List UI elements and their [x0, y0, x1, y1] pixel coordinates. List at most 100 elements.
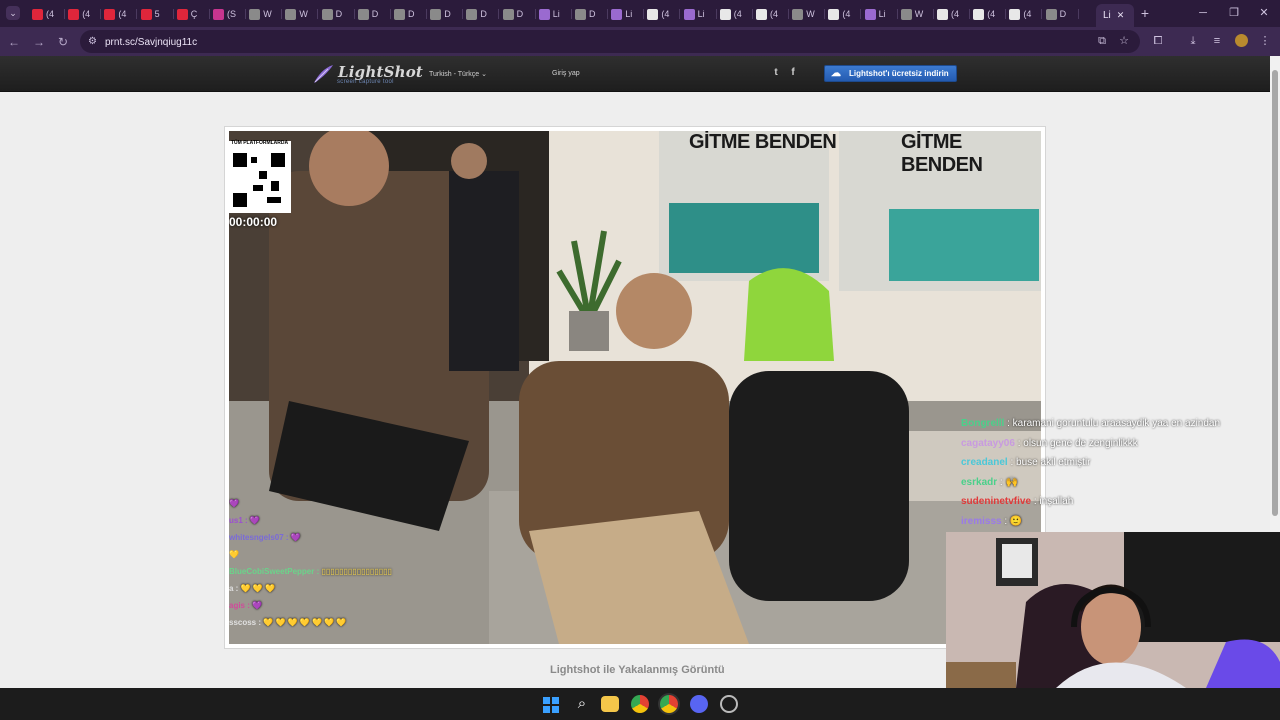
tab-label: Li — [878, 9, 886, 19]
tab-label: D — [444, 9, 451, 19]
media-controls-icon[interactable]: ≡ — [1210, 34, 1224, 48]
browser-tab[interactable]: (4 — [752, 5, 789, 23]
browser-tab[interactable]: 5 — [137, 5, 174, 23]
twitter-icon[interactable]: t — [770, 67, 782, 78]
install-app-icon[interactable]: ⧉ — [1095, 34, 1109, 48]
browser-tab[interactable]: (4 — [100, 5, 138, 23]
chrome-icon[interactable] — [631, 695, 649, 713]
stream-chat-user: iremisss — [961, 516, 1002, 527]
browser-tab[interactable]: D — [354, 5, 391, 23]
browser-tab[interactable]: W — [788, 5, 826, 23]
browser-tab[interactable]: (4 — [643, 5, 681, 23]
minimize-icon[interactable]: ─ — [1193, 5, 1213, 21]
webcam-scene — [946, 532, 1280, 688]
browser-tab[interactable]: Li — [861, 5, 898, 23]
browser-tab[interactable]: Li — [680, 5, 717, 23]
reload-icon[interactable]: ↻ — [55, 34, 71, 50]
tab-favicon-icon — [502, 8, 514, 20]
search-icon[interactable]: ⌕ — [572, 695, 592, 715]
file-explorer-icon[interactable] — [601, 696, 619, 712]
tab-favicon-icon — [792, 8, 804, 20]
captured-image[interactable]: TÜM PLATFORMLARDA 00:00:00 GİTME BENDEN … — [229, 131, 1041, 644]
browser-tab[interactable]: Li — [535, 5, 572, 23]
stream-chat-message: : 🙂 — [1004, 516, 1023, 527]
tab-label: 5 — [154, 9, 160, 19]
browser-tab[interactable]: D — [426, 5, 464, 23]
stream-chat-message: : buse akil etmiştir — [1010, 457, 1091, 469]
stream-chat-user: cagatayy06 — [961, 437, 1015, 449]
browser-tab[interactable]: (4 — [969, 5, 1007, 23]
captured-chat-user: whitesngels07 : — [229, 533, 289, 542]
browser-tab[interactable]: D — [390, 5, 427, 23]
language-select[interactable]: Turkish - Türkçe ⌄ — [429, 70, 487, 78]
discord-icon[interactable] — [690, 695, 708, 713]
captured-chat-user: BlueCobiSweetPepper : — [229, 567, 320, 576]
browser-tab[interactable]: D — [1042, 5, 1079, 23]
maximize-icon[interactable]: ❐ — [1224, 5, 1244, 21]
close-tab-icon[interactable]: ✕ — [1117, 10, 1125, 21]
browser-tab[interactable]: (4 — [824, 5, 862, 23]
language-label: Turkish - Türkçe — [429, 71, 480, 78]
captured-chat-message: ▯▯▯▯▯▯▯▯▯▯▯▯▯▯▯▯ — [321, 567, 392, 576]
stream-chat-line: Bongrelll : karamani goruntulu araasaydi… — [961, 418, 1220, 429]
tab-label: D — [516, 9, 524, 19]
downloads-icon[interactable]: ⤓ — [1186, 34, 1200, 48]
browser-tab[interactable]: D — [571, 5, 608, 23]
browser-tab[interactable]: D — [499, 5, 536, 23]
tab-label: D — [335, 9, 343, 19]
tab-label: (S — [227, 9, 236, 19]
browser-tab[interactable]: W — [897, 5, 934, 23]
profile-avatar[interactable] — [1235, 34, 1248, 47]
browser-tab[interactable]: D — [318, 5, 355, 23]
address-bar[interactable] — [80, 30, 1140, 53]
browser-tab[interactable]: (4 — [716, 5, 753, 23]
obs-icon[interactable] — [720, 695, 738, 713]
stream-chat-user: Bongrelll — [961, 418, 1005, 429]
tab-label: D — [480, 9, 487, 19]
timer-text: 00:00:00 — [229, 215, 278, 229]
tab-favicon-icon — [1009, 8, 1021, 20]
tab-favicon-icon — [68, 8, 80, 20]
browser-tab[interactable]: (4 — [933, 5, 970, 23]
tab-favicon-icon — [394, 8, 405, 20]
tab-favicon-icon — [140, 8, 152, 20]
tab-label: W — [914, 9, 924, 19]
screen: ⌄ (4 (4 (4 5 Ç (S W W D D D D D D Li D Li (4 Li (4 (4 W (4 Li W (… — [0, 0, 1280, 720]
browser-tab[interactable]: (4 — [1005, 5, 1043, 23]
browser-tab[interactable]: Li — [607, 5, 645, 23]
browser-tab[interactable]: D — [462, 5, 500, 23]
captured-chat-line: sscoss : 💛 💛 💛 💛 💛 💛 💛 — [229, 618, 346, 627]
browser-tab[interactable]: Ç — [173, 5, 210, 23]
stream-chat-line: esrkadr : 🙌 — [961, 477, 1018, 488]
windows-start-icon[interactable] — [542, 696, 560, 714]
tab-favicon-icon — [176, 8, 188, 20]
site-info-icon[interactable]: ⚙ — [86, 35, 99, 48]
back-icon[interactable]: ← — [6, 34, 22, 50]
browser-tab[interactable]: (4 — [28, 5, 65, 23]
close-window-icon[interactable]: ✕ — [1254, 5, 1274, 21]
tab-label: D — [408, 9, 415, 19]
facebook-icon[interactable]: f — [787, 67, 799, 78]
captured-chat-message: 💜 — [290, 533, 301, 542]
tab-favicon-icon — [611, 8, 623, 20]
poster-title-right: GİTME BENDEN — [901, 131, 983, 176]
browser-tab[interactable]: W — [281, 5, 319, 23]
browser-tab[interactable]: (S — [209, 5, 246, 23]
scrollbar-thumb[interactable] — [1272, 70, 1278, 516]
download-button[interactable]: ☁ Lightshot'ı ücretsiz indirin — [824, 65, 957, 82]
tab-search-button[interactable]: ⌄ — [6, 6, 20, 20]
chrome-profile-icon[interactable] — [660, 695, 678, 713]
forward-icon[interactable]: → — [31, 34, 47, 50]
browser-tab[interactable]: (4 — [64, 5, 102, 23]
active-tab[interactable]: Li ✕ — [1096, 4, 1134, 27]
url-text[interactable]: prnt.sc/Savjnqiug11c — [105, 37, 197, 48]
menu-icon[interactable]: ⋮ — [1258, 34, 1272, 48]
captured-chat-message: 💛 💛 💛 💛 💛 💛 💛 — [263, 618, 347, 627]
bookmark-star-icon[interactable]: ☆ — [1117, 34, 1131, 48]
browser-tab[interactable]: W — [245, 5, 283, 23]
extensions-icon[interactable]: ⧠ — [1151, 34, 1165, 48]
new-tab-button[interactable]: + — [1137, 5, 1153, 21]
tab-label: D — [1059, 9, 1067, 19]
tab-favicon-icon — [430, 8, 442, 20]
login-link[interactable]: Giriş yap — [552, 70, 580, 77]
